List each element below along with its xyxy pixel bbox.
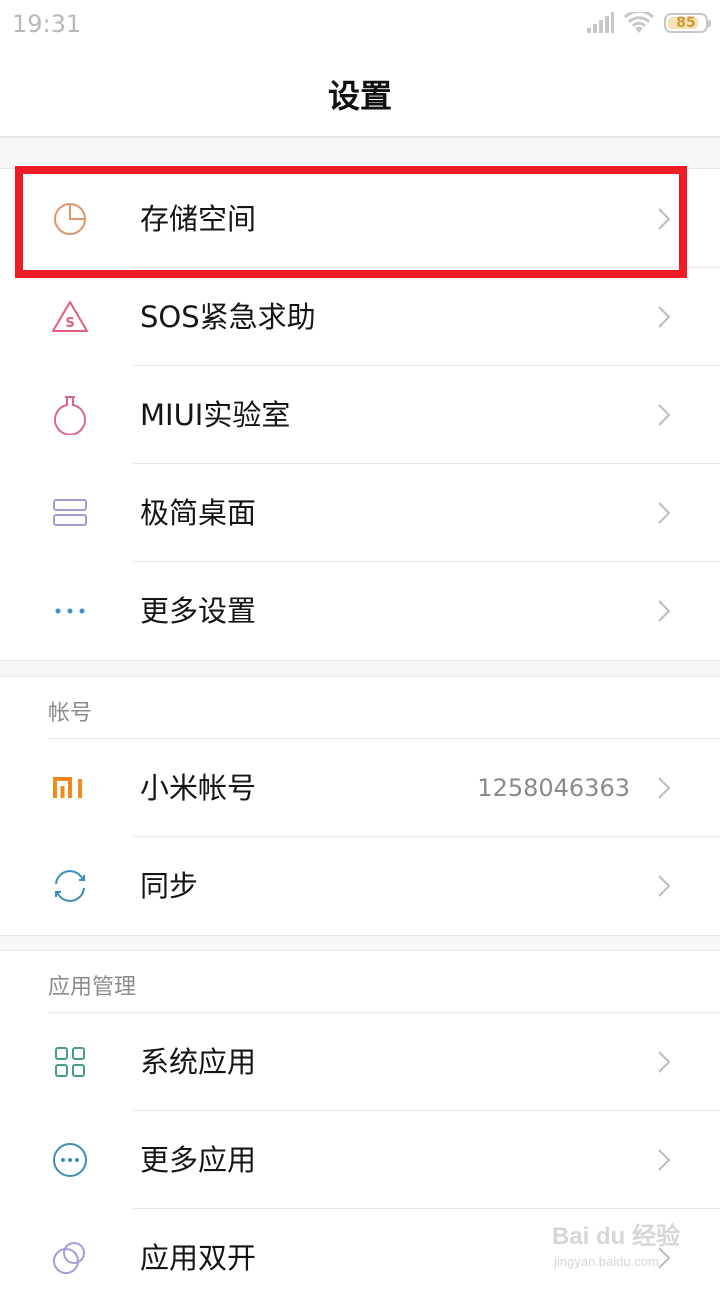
section-header-account: 帐号 (48, 677, 720, 739)
chevron-right-icon (658, 404, 671, 426)
baidu-jingyan-watermark: Bai du 经验 jingyan.baidu.com (552, 1222, 680, 1269)
settings-item-label: 应用双开 (140, 1241, 257, 1275)
simple-desktop-icon (48, 493, 92, 533)
settings-item-sos[interactable]: S SOS紧急求助 (0, 268, 720, 366)
status-icons: 85 (586, 12, 711, 34)
sync-icon (48, 866, 92, 906)
wifi-icon (624, 12, 654, 33)
page-title: 设置 (327, 77, 392, 115)
signal-icon (587, 12, 614, 33)
watermark-brand: Bai du 经验 (552, 1222, 680, 1250)
settings-item-sync[interactable]: 同步 (0, 837, 720, 935)
settings-item-label: MIUI实验室 (140, 398, 291, 432)
settings-item-label: 同步 (140, 869, 199, 903)
section-gap (0, 935, 720, 951)
highlight-annotation (15, 166, 687, 278)
section-title: 应用管理 (48, 975, 137, 1000)
sos-warning-icon: S (48, 297, 92, 337)
status-time: 19:31 (12, 10, 82, 38)
settings-item-mi-account[interactable]: 小米帐号 1258046363 (0, 739, 720, 837)
section-header-apps: 应用管理 (48, 951, 720, 1013)
settings-item-label: 更多应用 (140, 1143, 257, 1177)
settings-item-more-settings[interactable]: 更多设置 (0, 562, 720, 660)
chevron-right-icon (658, 875, 671, 897)
section-gap (0, 660, 720, 677)
title-bar: 设置 (0, 52, 720, 137)
dual-apps-icon (48, 1238, 92, 1278)
more-circle-icon (48, 1140, 92, 1180)
battery-level: 85 (676, 15, 696, 31)
status-bar: 19:31 85 (0, 0, 720, 52)
chevron-right-icon (658, 306, 671, 328)
settings-item-label: 更多设置 (140, 594, 257, 628)
chevron-right-icon (658, 502, 671, 524)
chevron-right-icon (658, 1051, 671, 1073)
settings-item-label: 极简桌面 (140, 496, 257, 530)
settings-item-simple-desktop[interactable]: 极简桌面 (0, 464, 720, 562)
svg-text:S: S (65, 316, 74, 331)
battery-icon: 85 (664, 13, 711, 33)
watermark-url: jingyan.baidu.com (553, 1254, 659, 1269)
settings-item-miui-lab[interactable]: MIUI实验室 (0, 366, 720, 464)
chevron-right-icon (658, 600, 671, 622)
flask-icon (48, 395, 92, 435)
chevron-right-icon (658, 777, 671, 799)
section-title: 帐号 (48, 701, 93, 726)
more-dots-icon (48, 591, 92, 631)
settings-item-label: 小米帐号 (140, 771, 257, 805)
settings-item-more-apps[interactable]: 更多应用 (0, 1111, 720, 1209)
settings-item-label: SOS紧急求助 (140, 300, 316, 334)
section-gap (0, 137, 720, 169)
settings-item-label: 系统应用 (140, 1045, 257, 1079)
chevron-right-icon (658, 1149, 671, 1171)
grid-apps-icon (48, 1042, 92, 1082)
account-id-value: 1258046363 (477, 774, 630, 802)
settings-item-system-apps[interactable]: 系统应用 (0, 1013, 720, 1111)
mi-logo-icon (48, 768, 92, 808)
